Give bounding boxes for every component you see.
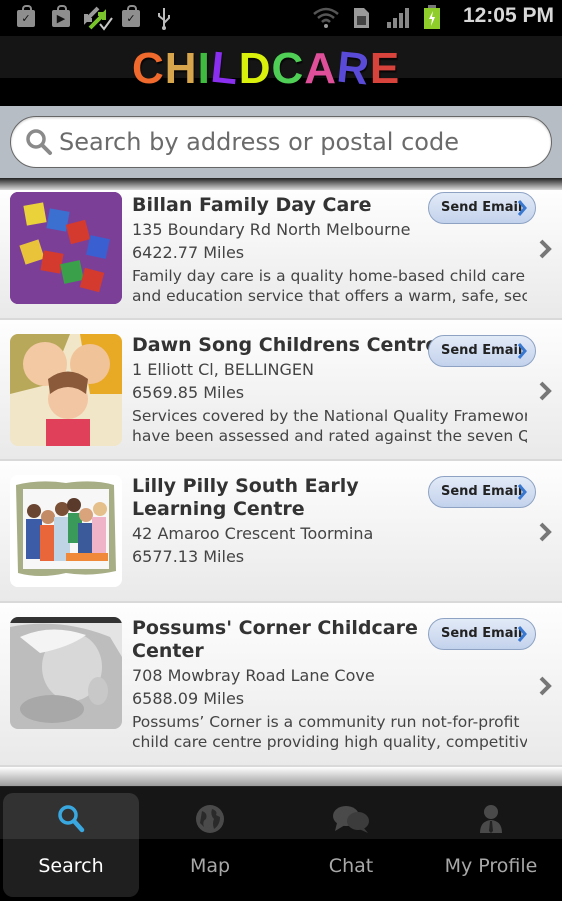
tab-label: My Profile [444, 855, 538, 877]
list-item-partial[interactable] [0, 767, 562, 786]
battery-charging-icon [424, 5, 440, 29]
logo-letter: L [208, 42, 242, 95]
send-email-button[interactable]: Send Email [428, 476, 536, 508]
list-item[interactable]: Lilly Pilly South Early Learning Centre … [0, 461, 562, 603]
globe-icon [196, 805, 224, 833]
listing-distance: 6577.13 Miles [132, 547, 245, 566]
listing-description-line1: Services covered by the National Quality… [132, 407, 527, 425]
send-email-label: Send Email [441, 343, 523, 358]
market-download-icon: ✓ [122, 5, 140, 27]
listing-distance: 6569.85 Miles [132, 383, 245, 402]
chevron-right-icon [517, 484, 527, 500]
logo-letter: D [238, 44, 272, 93]
listing-thumbnail [10, 475, 122, 587]
listing-list[interactable]: Billan Family Day Care 135 Boundary Rd N… [0, 190, 562, 786]
listing-description-line1: Possums’ Corner is a community run not-f… [132, 713, 520, 731]
search-icon [26, 129, 52, 155]
signal-icon [387, 8, 409, 28]
listing-address: 42 Amaroo Crescent Toormina [132, 524, 374, 543]
market-download-icon: ✓ [17, 5, 35, 27]
user-icon [480, 805, 502, 833]
listing-address: 708 Mowbray Road Lane Cove [132, 666, 375, 685]
tab-my-profile[interactable]: My Profile [423, 793, 559, 897]
chevron-right-icon [517, 343, 527, 359]
play-store-icon: ▶ [52, 5, 70, 27]
tab-label: Search [38, 855, 104, 877]
search-input[interactable] [59, 117, 539, 167]
sim-icon [354, 8, 369, 28]
listing-thumbnail [10, 617, 122, 729]
listing-description-line1: Family day care is a quality home-based … [132, 267, 526, 285]
chevron-right-icon[interactable] [538, 380, 554, 402]
send-email-button[interactable]: Send Email [428, 192, 536, 224]
sync-icon [84, 6, 113, 31]
listing-description-line2: have been assessed and rated against the… [132, 427, 527, 445]
send-email-label: Send Email [441, 626, 523, 641]
child-care-blocks-image [10, 192, 122, 304]
tab-map[interactable]: Map [142, 793, 278, 897]
search-field[interactable] [10, 116, 552, 168]
tab-chat[interactable]: Chat [283, 793, 419, 897]
chevron-right-icon[interactable] [538, 675, 554, 697]
listing-thumbnail [10, 334, 122, 446]
childcare-logo: CHILDCARE [132, 42, 401, 95]
chevron-right-icon [517, 626, 527, 642]
wifi-icon [313, 7, 339, 28]
listing-thumbnail [10, 192, 122, 304]
chevron-right-icon[interactable] [538, 238, 554, 260]
three-children-photo [10, 334, 122, 446]
list-item[interactable]: Possums' Corner Childcare Center 708 Mow… [0, 603, 562, 767]
send-email-button[interactable]: Send Email [428, 335, 536, 367]
logo-letter: E [369, 44, 401, 93]
logo-letter: C [132, 44, 165, 93]
tab-search[interactable]: Search [3, 793, 139, 897]
send-email-label: Send Email [441, 484, 523, 499]
logo-letter: C [271, 44, 305, 93]
listing-distance: 6588.09 Miles [132, 689, 245, 708]
search-bar [0, 106, 562, 178]
usb-icon [158, 8, 170, 30]
listing-distance: 6422.77 Miles [132, 243, 245, 262]
chat-bubbles-icon [333, 806, 369, 833]
tab-label: Chat [328, 855, 374, 877]
bottom-tab-bar: Search Map Chat My Profile [0, 786, 562, 901]
chevron-right-icon [517, 200, 527, 216]
app-header: CHILDCARE [0, 36, 562, 106]
mother-and-baby-photo [10, 617, 122, 729]
send-email-label: Send Email [441, 200, 523, 215]
status-bar: ✓ ▶ ✓ 12:05 PM [0, 0, 562, 36]
tab-label: Map [189, 855, 231, 877]
logo-letter: H [164, 44, 198, 93]
list-item[interactable]: Dawn Song Childrens Centre 1 Elliott Cl,… [0, 320, 562, 461]
listing-description-line2: and education service that offers a warm… [132, 287, 527, 305]
listing-description-line2: child care centre providing high quality… [132, 733, 527, 751]
search-icon [58, 805, 85, 833]
logo-letter: R [334, 42, 373, 95]
logo-letter: A [304, 44, 338, 93]
group-of-children-photo [10, 475, 122, 587]
list-item[interactable]: Billan Family Day Care 135 Boundary Rd N… [0, 190, 562, 320]
clock: 12:05 PM [462, 4, 554, 27]
chevron-right-icon[interactable] [538, 521, 554, 543]
send-email-button[interactable]: Send Email [428, 618, 536, 650]
